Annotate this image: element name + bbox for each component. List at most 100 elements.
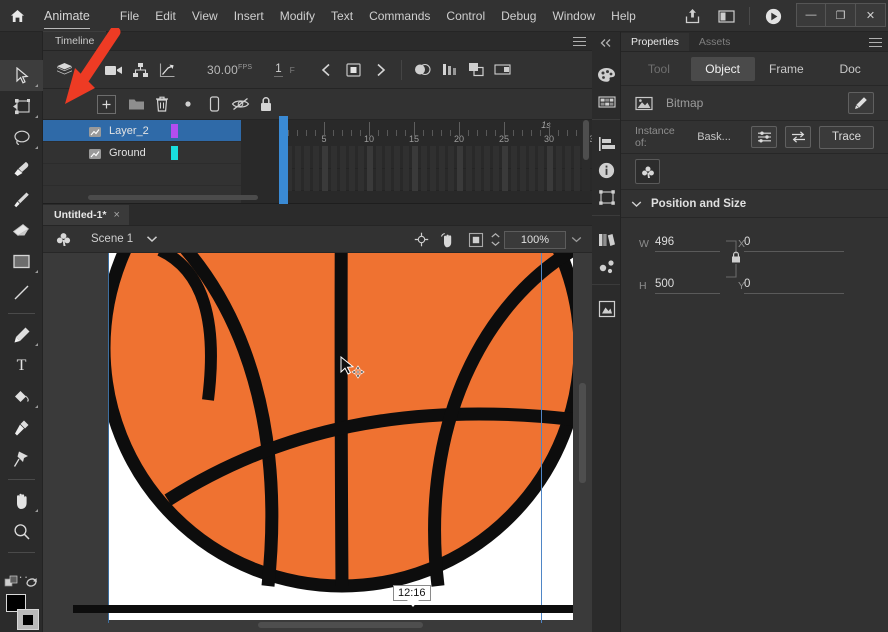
frame-cell[interactable] (511, 146, 517, 191)
text-tool[interactable]: T (0, 350, 43, 381)
swap-bitmap-icon[interactable] (785, 126, 811, 148)
tab-doc[interactable]: Doc (818, 57, 882, 81)
frame-cell[interactable] (349, 146, 355, 191)
frame-cell[interactable] (448, 146, 454, 191)
menu-insert[interactable]: Insert (226, 4, 272, 28)
menu-help[interactable]: Help (603, 4, 644, 28)
frame-cell[interactable] (412, 146, 418, 191)
frame-cell[interactable] (502, 146, 508, 191)
dot-icon[interactable] (175, 91, 201, 117)
swatches-icon[interactable] (592, 88, 621, 115)
collapse-panel-icon[interactable] (592, 34, 620, 51)
lasso-tool[interactable] (0, 122, 43, 153)
home-icon[interactable] (0, 0, 34, 32)
frame-cell[interactable] (574, 146, 580, 191)
frame-cell[interactable] (322, 146, 328, 191)
frame-cell[interactable] (403, 146, 409, 191)
onion-skin-icon[interactable] (409, 57, 436, 83)
convert-to-symbol-icon[interactable] (635, 159, 660, 184)
lock-aspect-icon[interactable] (724, 238, 746, 278)
close-button[interactable]: ✕ (856, 3, 886, 27)
components-icon[interactable] (592, 253, 621, 280)
edit-scene-icon[interactable] (51, 229, 75, 249)
camera-icon[interactable] (100, 57, 127, 83)
hamburger-icon[interactable] (869, 38, 882, 47)
width-input[interactable]: 496 (655, 236, 720, 252)
tab-frame[interactable]: Frame (755, 57, 819, 81)
menu-window[interactable]: Window (544, 4, 603, 28)
transform-icon[interactable] (592, 184, 621, 211)
delete-layer-icon[interactable] (149, 91, 175, 117)
align-icon[interactable] (592, 130, 621, 157)
frame-cell[interactable] (340, 146, 346, 191)
eraser-tool[interactable] (0, 215, 43, 246)
close-icon[interactable]: × (114, 209, 120, 221)
magnifier-icon[interactable] (0, 516, 43, 547)
menu-modify[interactable]: Modify (272, 4, 323, 28)
frame-cell[interactable] (466, 146, 472, 191)
frame-cell[interactable] (565, 146, 571, 191)
tab-properties[interactable]: Properties (621, 33, 689, 51)
info-icon[interactable] (592, 157, 621, 184)
menu-commands[interactable]: Commands (361, 4, 438, 28)
paint-bucket-tool[interactable] (0, 381, 43, 412)
layer-stack-icon[interactable] (51, 57, 78, 83)
tab-timeline[interactable]: Timeline (43, 31, 107, 50)
workspace-icon[interactable] (709, 0, 743, 32)
chevron-down-icon[interactable] (566, 230, 586, 250)
frame-cell[interactable] (421, 146, 427, 191)
layer-row[interactable]: Layer_2 (43, 120, 241, 142)
loop-icon[interactable] (490, 57, 517, 83)
color-palette-icon[interactable] (592, 61, 621, 88)
frame-cell[interactable] (475, 146, 481, 191)
pin-icon[interactable] (0, 443, 43, 474)
fps-value[interactable]: 30.00FPS (207, 63, 252, 77)
menu-view[interactable]: View (184, 4, 226, 28)
pen-tool[interactable] (0, 319, 43, 350)
menu-edit[interactable]: Edit (147, 4, 184, 28)
frame-cell[interactable] (484, 146, 490, 191)
frame-cell[interactable] (556, 146, 562, 191)
rail-drag-handle[interactable] (592, 288, 620, 295)
menu-debug[interactable]: Debug (493, 4, 544, 28)
x-input[interactable]: 0 (744, 236, 844, 252)
rail-drag-handle[interactable] (592, 123, 620, 130)
eyedropper-tool[interactable] (0, 412, 43, 443)
tab-assets[interactable]: Assets (689, 33, 741, 51)
frame-cell[interactable] (529, 146, 535, 191)
instance-name[interactable]: Bask... (697, 131, 743, 143)
frame-cell[interactable] (520, 146, 526, 191)
chevron-down-icon[interactable] (631, 195, 642, 213)
timeline-ruler[interactable]: 5 10 15 20 25 30 35 1s (284, 120, 620, 146)
stage-canvas[interactable] (108, 253, 573, 620)
frames-grid[interactable] (284, 146, 620, 191)
lock-layer-icon[interactable] (253, 91, 279, 117)
paintbrush-tool[interactable] (0, 153, 43, 184)
center-stage-icon[interactable] (408, 229, 435, 251)
prev-keyframe-icon[interactable] (313, 57, 340, 83)
reset-colors-icon[interactable] (24, 575, 39, 591)
easing-icon[interactable] (154, 57, 181, 83)
frame-view-icon[interactable] (463, 57, 490, 83)
pencil-icon[interactable] (848, 92, 874, 114)
basketball-artwork[interactable] (108, 253, 573, 620)
frame-cell[interactable] (304, 146, 310, 191)
rectangle-tool[interactable] (0, 246, 43, 277)
ground-line-shape[interactable] (73, 605, 573, 613)
height-input[interactable]: 500 (655, 278, 720, 294)
frame-cell[interactable] (295, 146, 301, 191)
tab-object[interactable]: Object (690, 56, 755, 81)
playhead[interactable] (279, 116, 288, 216)
frame-cell[interactable] (430, 146, 436, 191)
zoom-input[interactable]: 100% (504, 230, 566, 249)
selection-tool[interactable] (0, 60, 43, 91)
free-transform-tool[interactable] (0, 91, 43, 122)
play-icon[interactable] (756, 0, 790, 32)
swap-colors-icon[interactable] (4, 575, 19, 591)
stage-work-area[interactable] (43, 253, 592, 632)
frame-cell[interactable] (358, 146, 364, 191)
library-icon[interactable] (592, 226, 621, 253)
timeline-vertical-scrollbar[interactable] (582, 120, 590, 191)
insert-keyframe-icon[interactable] (340, 57, 367, 83)
scene-name[interactable]: Scene 1 (91, 233, 133, 245)
